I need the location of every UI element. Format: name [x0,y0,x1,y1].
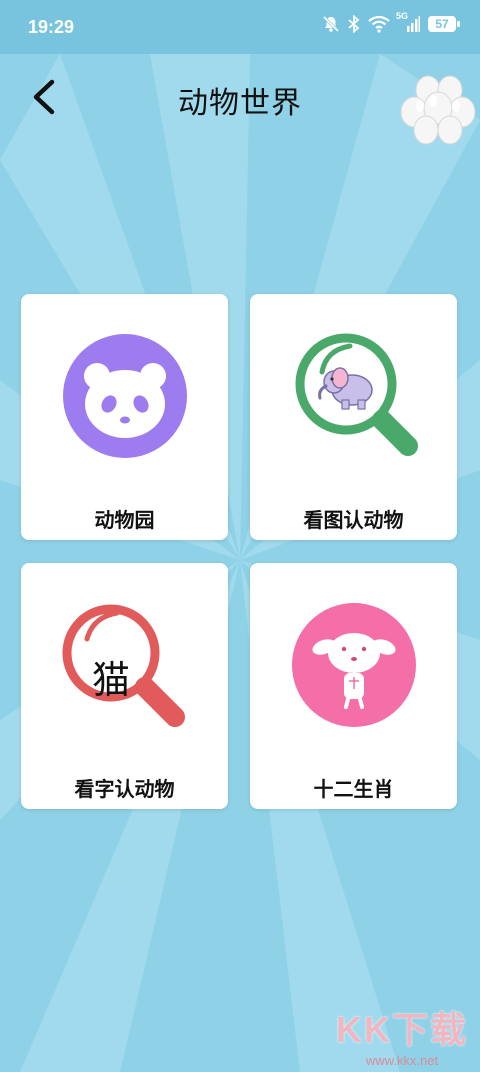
character-magnifier-icon: 猫 [61,601,189,729]
watermark-url: www.kkx.net [365,1053,439,1068]
card-label: 动物园 [94,508,155,532]
battery-icon: 57 [428,16,460,32]
dog-icon [292,603,416,727]
signal-icon: 5G [396,11,420,33]
bluetooth-icon [348,15,360,33]
status-time: 19:29 [28,17,75,37]
card-label: 看图认动物 [303,508,404,532]
menu-card-picture-recognition[interactable]: 看图认动物 [250,294,457,540]
status-bar: 19:29 5G 57 [0,0,480,54]
elephant-magnifier-icon [295,333,418,456]
panda-icon [63,334,187,458]
card-label: 十二生肖 [313,777,394,801]
menu-card-character-recognition[interactable]: 猫 看字认动物 [21,563,228,809]
menu-card-zoo[interactable]: 动物园 [21,294,228,540]
wifi-icon [368,15,390,33]
status-icons: 5G 57 [322,11,460,33]
balloons-icon [400,75,476,145]
card-label: 看字认动物 [74,777,175,801]
watermark: KK下载 www.kkx.net [336,1001,468,1068]
mute-bell-icon [322,15,340,33]
menu-card-zodiac[interactable]: 十二生肖 [250,563,457,809]
character-glyph: 猫 [91,658,130,702]
watermark-logo: KK下载 [336,1009,468,1050]
header: 动物世界 [0,54,480,145]
